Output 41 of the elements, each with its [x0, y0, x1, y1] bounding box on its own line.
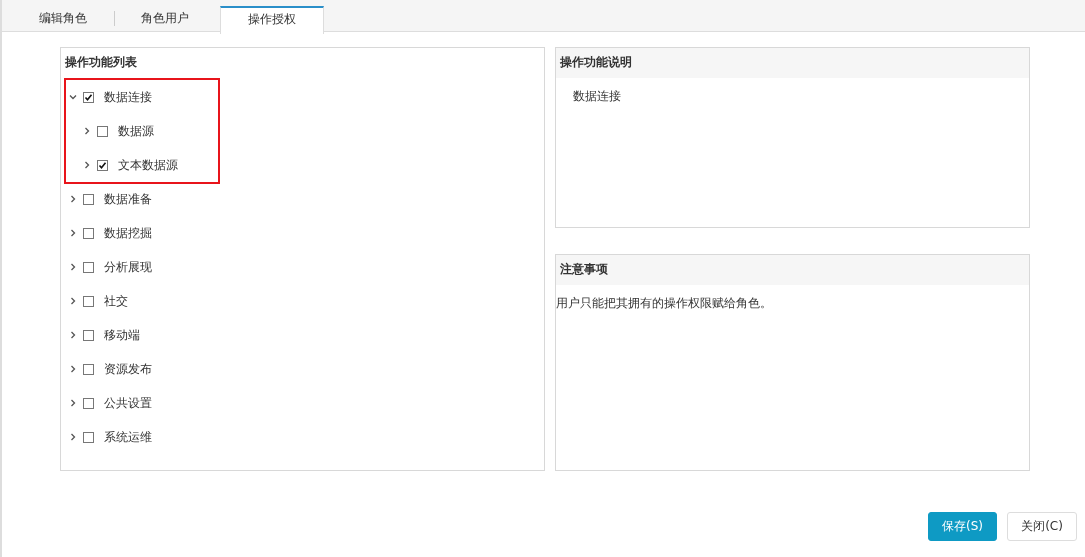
chevron-icon[interactable]	[69, 433, 77, 441]
tree-item-label[interactable]: 系统运维	[104, 428, 152, 446]
chevron-icon[interactable]	[69, 399, 77, 407]
tab[interactable]: 编辑角色	[12, 6, 114, 31]
tree-item-label[interactable]: 数据连接	[104, 88, 152, 106]
tree-item-label[interactable]: 资源发布	[104, 360, 152, 378]
panel-title: 操作功能说明	[556, 48, 1029, 78]
checkbox[interactable]	[97, 159, 108, 171]
chevron-icon[interactable]	[69, 195, 77, 203]
checkbox[interactable]	[83, 227, 94, 239]
chevron-icon[interactable]	[83, 127, 91, 135]
close-button[interactable]: 关闭(C)	[1007, 512, 1077, 541]
chevron-icon[interactable]	[69, 297, 77, 305]
tree-item-label[interactable]: 数据挖掘	[104, 224, 152, 242]
tree-item-label[interactable]: 公共设置	[104, 394, 152, 412]
chevron-icon[interactable]	[69, 263, 77, 271]
checkbox[interactable]	[83, 363, 94, 375]
tree-item-label[interactable]: 移动端	[104, 326, 140, 344]
checkbox[interactable]	[83, 295, 94, 307]
tab[interactable]: 操作授权	[220, 6, 324, 34]
panel-title: 注意事项	[556, 255, 1029, 285]
tree-item-label[interactable]: 分析展现	[104, 258, 152, 276]
checkbox[interactable]	[83, 329, 94, 341]
checkbox[interactable]	[83, 261, 94, 273]
tree-item-label[interactable]: 数据源	[118, 122, 154, 140]
description-text: 数据连接	[572, 88, 622, 105]
chevron-icon[interactable]	[83, 161, 91, 169]
checkbox[interactable]	[83, 193, 94, 205]
tree-item-label[interactable]: 社交	[104, 292, 128, 310]
chevron-icon[interactable]	[69, 365, 77, 373]
checkbox[interactable]	[83, 91, 94, 103]
tree-item-label[interactable]: 数据准备	[104, 190, 152, 208]
checkbox[interactable]	[83, 431, 94, 443]
tab[interactable]: 角色用户	[114, 6, 216, 31]
checkbox[interactable]	[97, 125, 108, 137]
notes-text: 用户只能把其拥有的操作权限赋给角色。	[556, 295, 773, 312]
chevron-icon[interactable]	[69, 331, 77, 339]
chevron-icon[interactable]	[69, 93, 77, 101]
tree-item-label[interactable]: 文本数据源	[118, 156, 178, 174]
checkbox[interactable]	[83, 397, 94, 409]
chevron-icon[interactable]	[69, 229, 77, 237]
